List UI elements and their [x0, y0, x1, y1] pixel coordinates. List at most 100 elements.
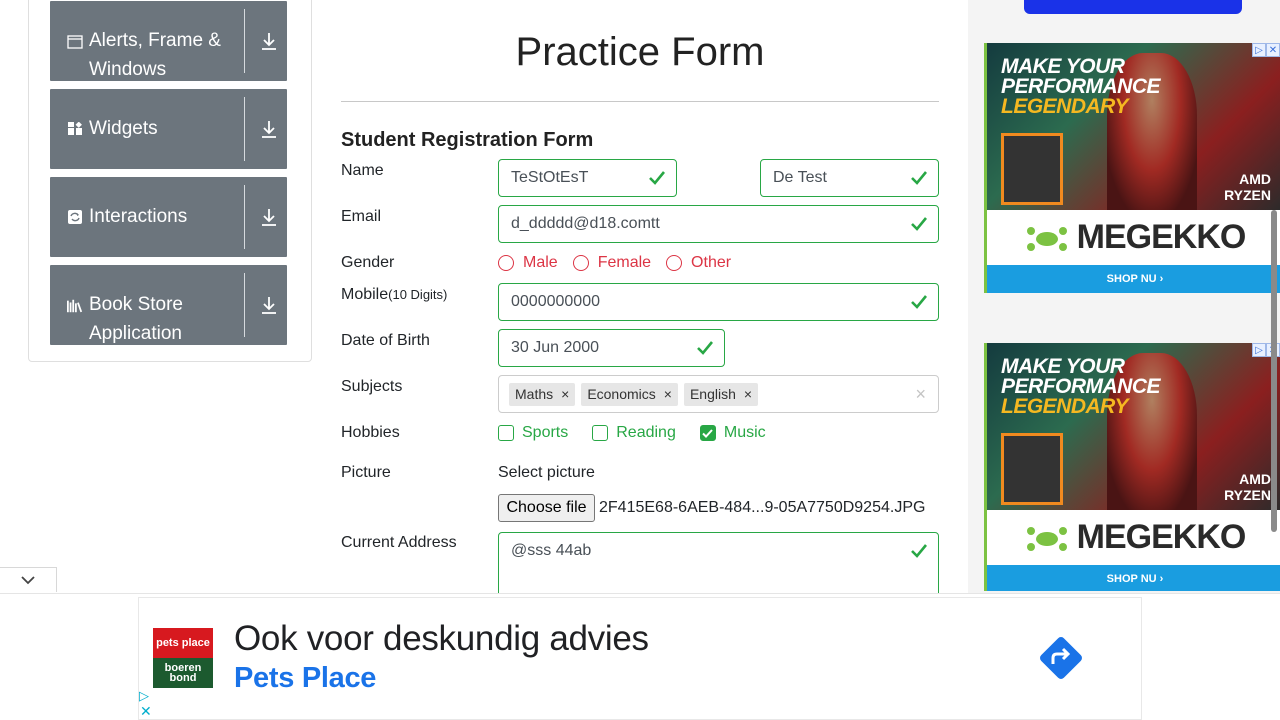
mobile-value: 0000000000 — [511, 293, 600, 310]
dob-value: 30 Jun 2000 — [511, 339, 600, 356]
download-icon[interactable] — [260, 31, 278, 51]
divider — [244, 185, 245, 249]
file-name: 2F415E68-6AEB-484...9-05A7750D9254.JPG — [599, 499, 926, 516]
valid-check-icon — [911, 295, 928, 309]
gender-male-radio[interactable]: Male — [498, 254, 558, 272]
choose-file-button[interactable]: Choose file — [498, 494, 595, 522]
divider — [341, 101, 939, 102]
radio-label: Male — [523, 254, 558, 271]
checkbox-box[interactable] — [592, 425, 609, 441]
chip-label: English — [689, 386, 736, 402]
banner-advertiser[interactable]: Pets Place — [234, 662, 376, 695]
current-address-textarea[interactable]: @sss 44ab — [498, 532, 939, 602]
ad-info-icon[interactable]: ▷ — [139, 688, 149, 704]
ad-brand: MEGEKKO — [987, 510, 1280, 565]
hobby-music-checkbox[interactable]: Music — [699, 424, 766, 442]
checkbox-box[interactable] — [699, 425, 716, 441]
page: Alerts, Frame & Windows Widgets Interacti… — [0, 0, 1280, 720]
download-icon[interactable] — [260, 207, 278, 227]
subject-chip: Economics × — [581, 382, 678, 406]
download-icon[interactable] — [260, 119, 278, 139]
sidebar-group-label: Widgets — [89, 118, 158, 139]
sidebar-group-label: Interactions — [89, 206, 188, 227]
radio-circle[interactable] — [666, 255, 683, 271]
ad-shop-button[interactable]: SHOP NU › — [987, 265, 1280, 293]
cpu-box-image — [1001, 133, 1063, 205]
valid-check-icon — [697, 341, 714, 355]
hobbies-checkbox-group: Sports Reading Music — [498, 424, 790, 442]
ad-info-icon[interactable]: ▷ — [1252, 343, 1266, 357]
divider — [244, 9, 245, 73]
window-icon — [67, 35, 83, 49]
clear-all-icon[interactable]: × — [915, 384, 926, 405]
checkbox-label: Reading — [616, 424, 676, 441]
display-ad[interactable]: MAKE YOUR PERFORMANCE LEGENDARY AMD RYZEN M… — [984, 343, 1280, 591]
radio-circle[interactable] — [498, 255, 514, 271]
divider — [244, 97, 245, 161]
ad-brand: MEGEKKO — [987, 210, 1280, 265]
display-ad[interactable]: MAKE YOUR PERFORMANCE LEGENDARY AMD RYZEN M… — [984, 43, 1280, 293]
radio-circle[interactable] — [572, 255, 589, 271]
cpu-box-image — [1001, 433, 1063, 505]
checkbox-label: Sports — [522, 424, 569, 441]
dob-input[interactable]: 30 Jun 2000 — [498, 329, 725, 367]
ad-brand-name: MEGEKKO — [1076, 218, 1247, 256]
sidebar-group-alerts-frame-windows[interactable]: Alerts, Frame & Windows — [50, 1, 287, 81]
ad-choices[interactable]: ▷✕ — [1252, 43, 1280, 57]
logo-bottom-text: boeren bond — [153, 658, 213, 688]
sidebar-group-book-store[interactable]: Book Store Application — [50, 265, 287, 345]
valid-check-icon — [911, 171, 928, 185]
scrollbar[interactable] — [1271, 210, 1277, 532]
chip-label: Maths — [515, 386, 554, 402]
gecko-logo-icon — [1026, 226, 1067, 251]
sidebar-group-interactions[interactable]: Interactions — [50, 177, 287, 257]
chevron-down-icon — [21, 576, 35, 585]
banner-headline[interactable]: Ook voor deskundig advies — [234, 619, 649, 659]
ad-close-icon[interactable]: ✕ — [140, 703, 152, 720]
last-name-value: De Test — [773, 169, 827, 186]
subject-chip: English × — [683, 382, 759, 406]
picture-label: Picture — [341, 464, 391, 481]
directions-arrow-icon[interactable] — [1037, 634, 1085, 682]
select-picture-label: Select picture — [498, 464, 595, 481]
checkbox-label: Music — [723, 424, 766, 441]
sidebar-group-widgets[interactable]: Widgets — [50, 89, 287, 169]
name-label: Name — [341, 162, 384, 179]
ad-info-icon[interactable]: ▷ — [1252, 43, 1266, 57]
gender-other-radio[interactable]: Other — [666, 254, 731, 272]
address-label: Current Address — [341, 534, 457, 551]
collapse-ad-button[interactable] — [0, 567, 57, 592]
sidebar-group-label: Alerts, Frame & Windows — [89, 30, 221, 80]
ad-headline: MAKE YOUR PERFORMANCE LEGENDARY — [1001, 55, 1161, 118]
email-input[interactable]: d_ddddd@d18.comtt — [498, 205, 939, 243]
logo-top-text: pets place — [153, 628, 213, 658]
ad-close-icon[interactable]: ✕ — [1266, 43, 1280, 57]
gender-radio-group: Male Female Other — [498, 254, 746, 272]
first-name-input[interactable]: TeStOtEsT — [498, 159, 677, 197]
mobile-input[interactable]: 0000000000 — [498, 283, 939, 321]
chip-remove-icon[interactable]: × — [660, 386, 678, 402]
hobby-reading-checkbox[interactable]: Reading — [592, 424, 676, 442]
gecko-logo-icon — [1026, 526, 1067, 551]
radio-label: Female — [597, 254, 652, 271]
ad-button[interactable] — [1024, 0, 1242, 14]
chip-remove-icon[interactable]: × — [557, 386, 575, 402]
checkmark-icon — [702, 428, 714, 438]
page-title: Practice Form — [515, 30, 765, 74]
last-name-input[interactable]: De Test — [760, 159, 939, 197]
chip-remove-icon[interactable]: × — [740, 386, 758, 402]
chip-label: Economics — [587, 386, 656, 402]
valid-check-icon — [649, 171, 666, 185]
subject-chip: Maths × — [509, 382, 576, 406]
download-icon[interactable] — [260, 295, 278, 315]
widgets-icon — [67, 122, 83, 136]
ad-shop-button[interactable]: SHOP NU › — [987, 565, 1280, 591]
subjects-input[interactable]: Maths × Economics × English × × — [498, 375, 939, 413]
hobbies-label: Hobbies — [341, 424, 400, 441]
hobby-sports-checkbox[interactable]: Sports — [498, 424, 568, 442]
email-value: d_ddddd@d18.comtt — [511, 215, 660, 232]
checkbox-box[interactable] — [498, 425, 514, 441]
ad-brand-name: MEGEKKO — [1076, 518, 1247, 556]
valid-check-icon — [911, 544, 928, 558]
gender-female-radio[interactable]: Female — [572, 254, 652, 272]
